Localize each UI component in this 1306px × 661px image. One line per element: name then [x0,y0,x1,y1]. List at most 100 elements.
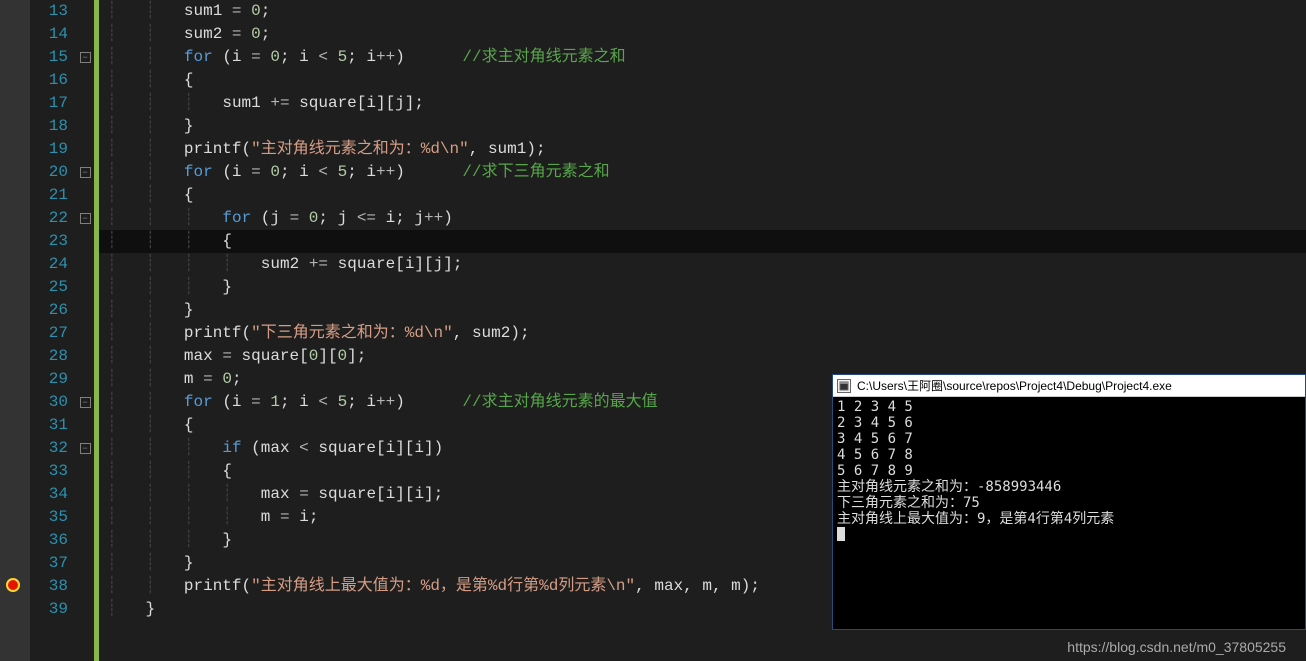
fold-row[interactable] [76,253,94,276]
line-number: 33 [30,460,68,483]
code-line[interactable]: ┊ ┊ ┊ sum1 += square[i][j]; [99,92,1306,115]
fold-row[interactable] [76,0,94,23]
line-number: 24 [30,253,68,276]
marker-row[interactable] [0,69,30,92]
fold-row[interactable] [76,529,94,552]
line-number: 22 [30,207,68,230]
fold-row[interactable] [76,69,94,92]
fold-row[interactable] [76,506,94,529]
marker-row[interactable] [0,322,30,345]
marker-row[interactable] [0,299,30,322]
fold-row[interactable] [76,368,94,391]
marker-row[interactable] [0,414,30,437]
marker-row[interactable] [0,345,30,368]
fold-row[interactable] [76,115,94,138]
marker-row[interactable] [0,529,30,552]
fold-collapse-icon[interactable]: − [80,52,91,63]
marker-row[interactable] [0,276,30,299]
marker-row[interactable] [0,184,30,207]
code-line[interactable]: ┊ ┊ max = square[0][0]; [99,345,1306,368]
line-number: 26 [30,299,68,322]
fold-row[interactable] [76,230,94,253]
fold-row[interactable] [76,460,94,483]
line-number: 28 [30,345,68,368]
code-line[interactable]: ┊ ┊ printf("下三角元素之和为：%d\n", sum2); [99,322,1306,345]
console-output[interactable]: 1 2 3 4 5 2 3 4 5 6 3 4 5 6 7 4 5 6 7 8 … [833,397,1305,629]
fold-row[interactable] [76,184,94,207]
console-app-icon [837,379,851,393]
marker-row[interactable] [0,368,30,391]
marker-row[interactable] [0,115,30,138]
marker-row[interactable] [0,437,30,460]
fold-row[interactable] [76,598,94,621]
marker-row[interactable] [0,207,30,230]
fold-row[interactable] [76,276,94,299]
line-number: 38 [30,575,68,598]
fold-gutter: − − − − − [76,0,94,661]
fold-row[interactable]: − [76,161,94,184]
code-line[interactable]: ┊ ┊ ┊ ┊ sum2 += square[i][j]; [99,253,1306,276]
marker-row[interactable] [0,23,30,46]
fold-row[interactable] [76,552,94,575]
fold-collapse-icon[interactable]: − [80,397,91,408]
code-line[interactable]: ┊ ┊ printf("主对角线元素之和为：%d\n", sum1); [99,138,1306,161]
console-cursor [837,527,845,541]
line-number: 37 [30,552,68,575]
marker-row[interactable] [0,138,30,161]
line-number: 36 [30,529,68,552]
marker-gutter [0,0,30,661]
code-line[interactable]: ┊ ┊ } [99,299,1306,322]
console-titlebar[interactable]: C:\Users\王阿圈\source\repos\Project4\Debug… [833,375,1305,397]
fold-row[interactable] [76,322,94,345]
marker-row[interactable] [0,552,30,575]
code-line[interactable]: ┊ ┊ } [99,115,1306,138]
code-line[interactable]: ┊ ┊ ┊ for (j = 0; j <= i; j++) [99,207,1306,230]
fold-row[interactable] [76,483,94,506]
code-line[interactable]: ┊ ┊ sum2 = 0; [99,23,1306,46]
code-line[interactable]: ┊ ┊ ┊ { [99,230,1306,253]
marker-row[interactable] [0,230,30,253]
fold-row[interactable]: − [76,437,94,460]
fold-row[interactable] [76,345,94,368]
code-line[interactable]: ┊ ┊ ┊ } [99,276,1306,299]
console-window[interactable]: C:\Users\王阿圈\source\repos\Project4\Debug… [832,374,1306,630]
marker-row[interactable] [0,575,30,598]
code-line[interactable]: ┊ ┊ sum1 = 0; [99,0,1306,23]
marker-row[interactable] [0,46,30,69]
marker-row[interactable] [0,92,30,115]
console-title: C:\Users\王阿圈\source\repos\Project4\Debug… [857,377,1172,394]
line-number: 20 [30,161,68,184]
code-line[interactable]: ┊ ┊ { [99,184,1306,207]
marker-row[interactable] [0,483,30,506]
marker-row[interactable] [0,460,30,483]
fold-row[interactable] [76,23,94,46]
fold-row[interactable] [76,138,94,161]
marker-row[interactable] [0,0,30,23]
line-number: 29 [30,368,68,391]
code-line[interactable]: ┊ ┊ for (i = 0; i < 5; i++) //求主对角线元素之和 [99,46,1306,69]
fold-collapse-icon[interactable]: − [80,167,91,178]
marker-row[interactable] [0,253,30,276]
breakpoint-icon[interactable] [6,578,20,592]
line-number: 35 [30,506,68,529]
fold-row[interactable] [76,414,94,437]
fold-row[interactable] [76,299,94,322]
line-number: 31 [30,414,68,437]
line-number: 15 [30,46,68,69]
marker-row[interactable] [0,506,30,529]
fold-collapse-icon[interactable]: − [80,443,91,454]
watermark-text: https://blog.csdn.net/m0_37805255 [1067,639,1286,655]
fold-row[interactable]: − [76,391,94,414]
fold-collapse-icon[interactable]: − [80,213,91,224]
line-number: 17 [30,92,68,115]
marker-row[interactable] [0,391,30,414]
code-line[interactable]: ┊ ┊ { [99,69,1306,92]
code-line[interactable]: ┊ ┊ for (i = 0; i < 5; i++) //求下三角元素之和 [99,161,1306,184]
fold-row[interactable] [76,92,94,115]
fold-row[interactable]: − [76,46,94,69]
marker-row[interactable] [0,598,30,621]
fold-row[interactable]: − [76,207,94,230]
line-number: 27 [30,322,68,345]
marker-row[interactable] [0,161,30,184]
fold-row[interactable] [76,575,94,598]
